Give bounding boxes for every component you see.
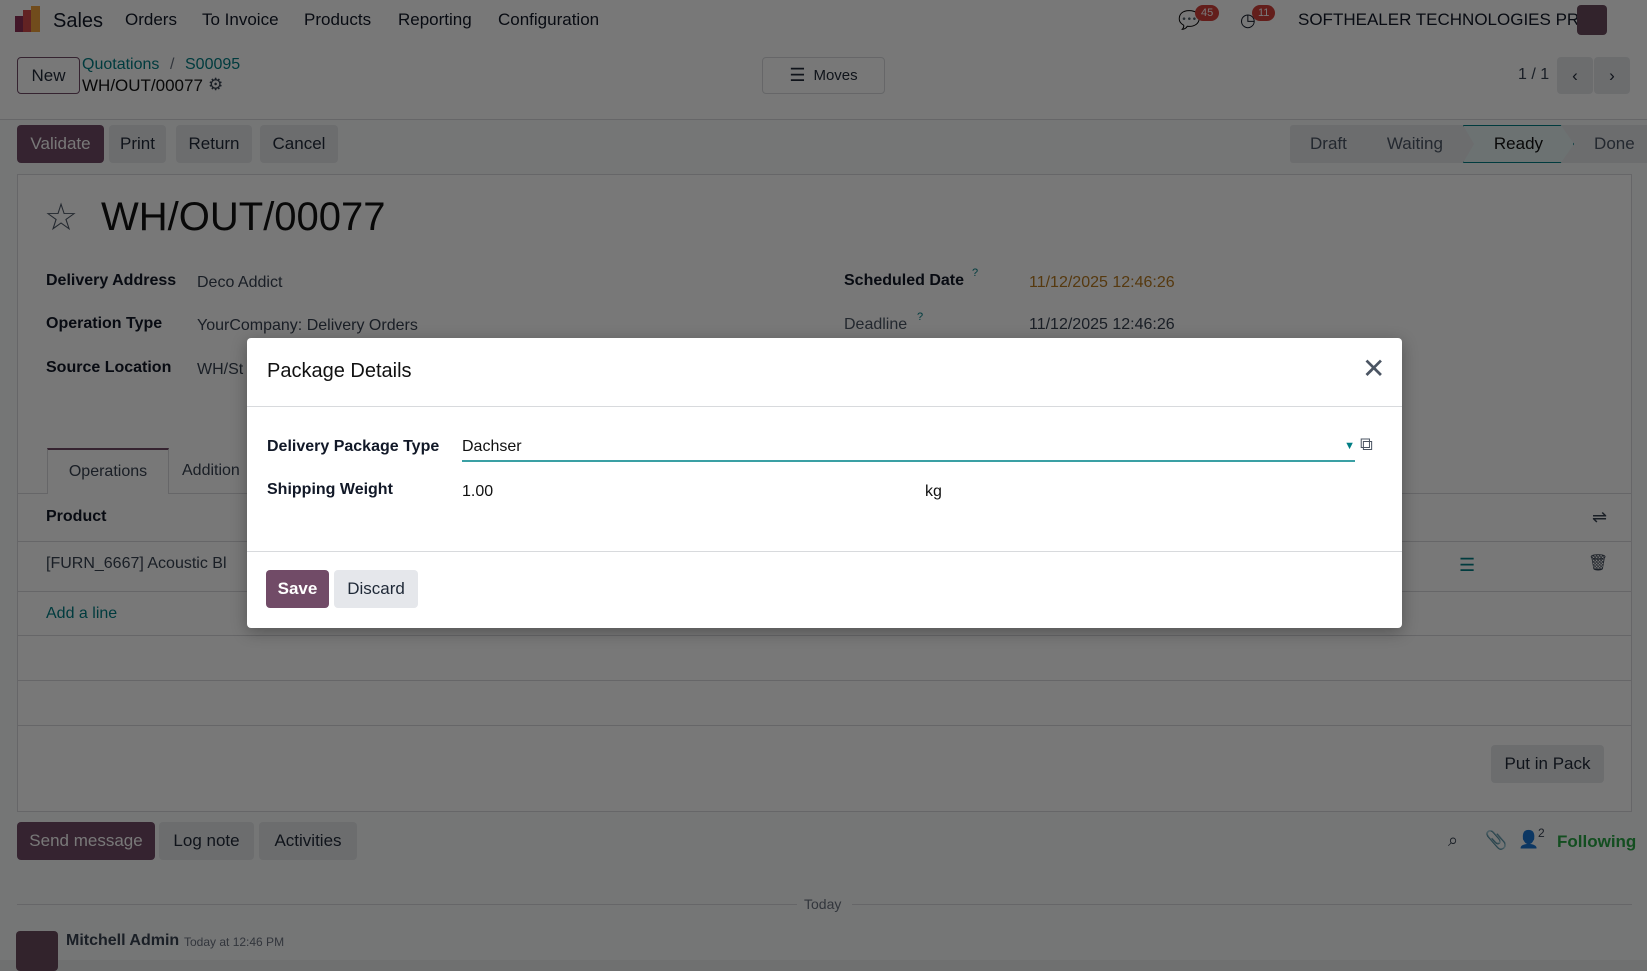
log-note-button[interactable]: Log note (159, 822, 254, 860)
moves-button[interactable]: ☰ Moves (762, 57, 885, 94)
gear-icon[interactable]: ⚙ (208, 75, 223, 95)
table-row[interactable]: [FURN_6667] Acoustic Bl (46, 555, 227, 573)
discard-button[interactable]: Discard (334, 570, 418, 608)
company-switcher[interactable]: SOFTHEALER TECHNOLOGIES PRI... (1298, 10, 1598, 30)
dialog-title: Package Details (267, 360, 412, 382)
activities-badge: 11 (1252, 5, 1276, 21)
stage-draft[interactable]: Draft (1290, 125, 1367, 163)
scheduled-date-value[interactable]: 11/12/2025 12:46:26 (1029, 274, 1175, 292)
package-type-input[interactable]: Dachser ▼ (462, 436, 1355, 462)
pager-value[interactable]: 1 / 1 (1518, 66, 1549, 84)
sales-app-icon[interactable] (15, 6, 41, 32)
optional-columns-icon[interactable]: ⇌ (1592, 507, 1607, 528)
menu-reporting[interactable]: Reporting (398, 10, 472, 30)
statusbar: Draft Waiting Ready Done (1290, 125, 1647, 163)
external-link-icon[interactable]: ⧉ (1360, 434, 1373, 455)
stage-waiting[interactable]: Waiting (1367, 125, 1463, 163)
column-product[interactable]: Product (46, 508, 106, 526)
shipping-weight-input[interactable]: 1.00 (462, 483, 493, 501)
message-author[interactable]: Mitchell Admin (66, 932, 179, 950)
trash-icon[interactable]: 🗑 (1588, 553, 1608, 573)
followers-count: 2 (1538, 826, 1545, 840)
star-icon[interactable]: ☆ (44, 195, 78, 240)
save-button[interactable]: Save (266, 570, 329, 608)
author-avatar[interactable] (16, 931, 58, 971)
close-icon[interactable]: ✕ (1362, 352, 1385, 385)
breadcrumb-order[interactable]: S00095 (185, 56, 240, 74)
validate-button[interactable]: Validate (17, 125, 104, 163)
menu-configuration[interactable]: Configuration (498, 10, 599, 30)
operation-type-value[interactable]: YourCompany: Delivery Orders (197, 317, 418, 335)
message-time: Today at 12:46 PM (184, 935, 285, 949)
chevron-down-icon[interactable]: ▼ (1344, 440, 1355, 452)
weight-unit: kg (925, 483, 942, 500)
send-message-button[interactable]: Send message (17, 822, 155, 860)
deadline-label: Deadline (844, 316, 908, 333)
stage-ready[interactable]: Ready (1462, 125, 1575, 163)
deadline-value: 11/12/2025 12:46:26 (1029, 316, 1175, 333)
pager-next-icon[interactable]: › (1594, 57, 1630, 94)
menu-to-invoice[interactable]: To Invoice (202, 10, 279, 30)
source-location-label: Source Location (46, 359, 172, 376)
add-line-link[interactable]: Add a line (46, 605, 117, 623)
operation-type-label: Operation Type (46, 315, 163, 332)
put-in-pack-button[interactable]: Put in Pack (1491, 745, 1604, 783)
help-icon[interactable]: ? (917, 311, 923, 323)
new-button[interactable]: New (17, 57, 80, 94)
help-icon[interactable]: ? (972, 267, 978, 279)
search-icon[interactable]: ⌕ (1448, 830, 1458, 851)
user-avatar[interactable] (1577, 5, 1607, 35)
followers-icon[interactable]: 👤 (1518, 830, 1539, 850)
package-type-value: Dachser (462, 438, 522, 455)
source-location-value[interactable]: WH/St (197, 361, 243, 379)
pager-prev-icon[interactable]: ‹ (1557, 57, 1593, 94)
delivery-address-value[interactable]: Deco Addict (197, 274, 282, 292)
scheduled-date-label: Scheduled Date (844, 272, 965, 289)
attachment-icon[interactable]: 📎 (1485, 830, 1507, 851)
following-button[interactable]: Following (1557, 832, 1636, 852)
tab-operations[interactable]: Operations (47, 448, 169, 494)
menu-products[interactable]: Products (304, 10, 371, 30)
delivery-address-label: Delivery Address (46, 272, 177, 289)
control-panel: New Quotations / S00095 WH/OUT/00077 ⚙ ☰… (0, 40, 1647, 120)
package-details-dialog: Package Details ✕ Delivery Package Type … (247, 338, 1402, 628)
breadcrumb-current: WH/OUT/00077 (82, 76, 203, 95)
activities-button[interactable]: Activities (259, 822, 357, 860)
details-list-icon[interactable]: ☰ (1459, 555, 1475, 576)
package-type-label: Delivery Package Type (267, 438, 440, 455)
shipping-weight-label: Shipping Weight (267, 481, 393, 498)
messages-badge: 45 (1195, 5, 1220, 21)
return-button[interactable]: Return (176, 125, 252, 163)
stage-done[interactable]: Done (1574, 125, 1647, 163)
top-navbar: Sales Orders To Invoice Products Reporti… (0, 0, 1647, 40)
cancel-button[interactable]: Cancel (260, 125, 338, 163)
breadcrumb-separator: / (170, 56, 175, 73)
breadcrumb-quotations[interactable]: Quotations (82, 56, 159, 74)
moves-label: Moves (813, 67, 858, 84)
tab-additional-info[interactable]: Addition (182, 462, 240, 480)
menu-orders[interactable]: Orders (125, 10, 177, 30)
hamburger-icon: ☰ (789, 65, 806, 85)
app-name[interactable]: Sales (53, 10, 103, 33)
record-title: WH/OUT/00077 (101, 195, 386, 239)
print-button[interactable]: Print (109, 125, 166, 163)
date-separator: Today (804, 896, 842, 912)
